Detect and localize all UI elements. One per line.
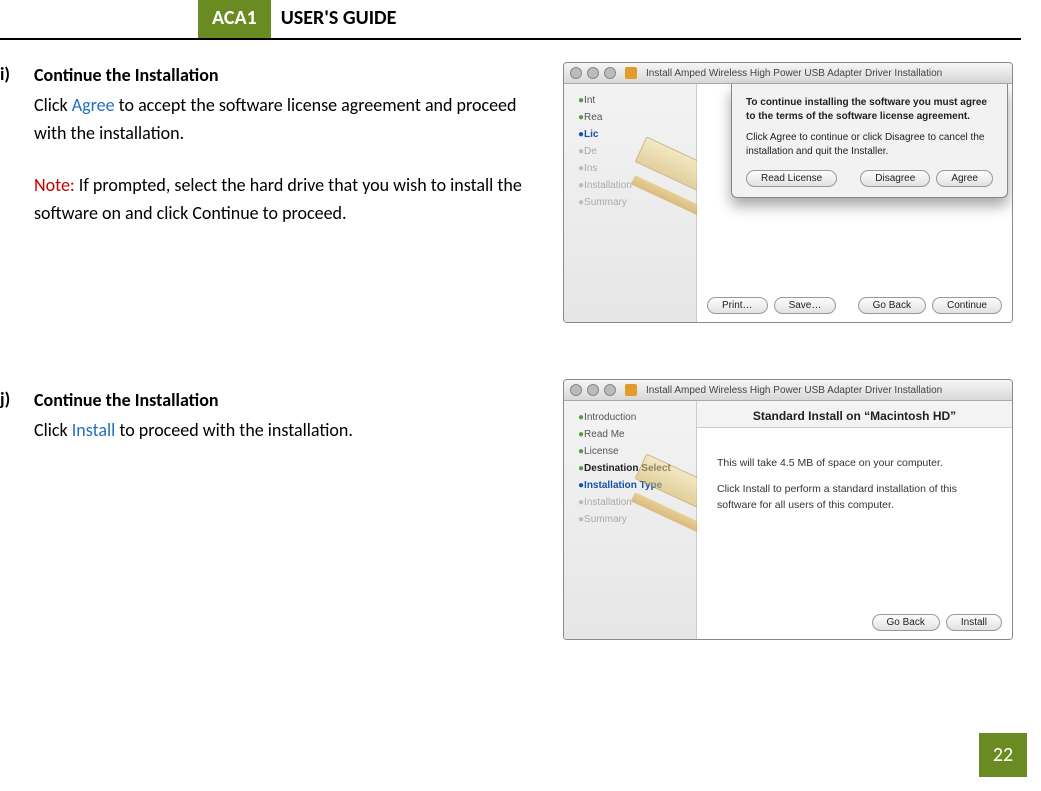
sidebar-item-type: Ins — [564, 160, 696, 177]
close-icon[interactable] — [570, 67, 582, 79]
page-number: 22 — [979, 733, 1027, 777]
titlebar: Install Amped Wireless High Power USB Ad… — [564, 63, 1012, 84]
step-j-text: Click Install to proceed with the instal… — [34, 417, 549, 445]
screenshot-standard-install: Install Amped Wireless High Power USB Ad… — [563, 379, 1013, 640]
window-title: Install Amped Wireless High Power USB Ad… — [646, 385, 942, 396]
installer-icon — [625, 67, 637, 79]
guide-title: USER'S GUIDE — [271, 0, 397, 38]
sheet-text: To continue installing the software you … — [746, 96, 993, 158]
sidebar-item-readme: Rea — [564, 109, 696, 126]
agree-word: Agree — [72, 94, 115, 116]
installer-icon — [625, 384, 637, 396]
text: to proceed with the installation. — [115, 419, 353, 441]
zoom-icon[interactable] — [604, 67, 616, 79]
page-header: ACA1 USER'S GUIDE — [0, 0, 1021, 40]
sidebar-item-dest: De — [564, 143, 696, 160]
step-j-title: Continue the Installation — [34, 387, 549, 415]
license-sheet: To continue installing the software you … — [731, 84, 1008, 198]
zoom-icon[interactable] — [604, 384, 616, 396]
titlebar: Install Amped Wireless High Power USB Ad… — [564, 380, 1012, 401]
product-badge: ACA1 — [198, 0, 271, 38]
sidebar-item-intro: Int — [564, 92, 696, 109]
step-label-j: j) — [0, 387, 34, 445]
step-i-title: Continue the Installation — [34, 62, 549, 90]
sheet-body: Click Agree to continue or click Disagre… — [746, 132, 984, 157]
sidebar-item-intro: Introduction — [564, 409, 696, 426]
text: Click — [34, 94, 72, 116]
minimize-icon[interactable] — [587, 384, 599, 396]
sidebar-item-install: Installation — [564, 177, 696, 194]
step-label-i: i) — [0, 62, 34, 227]
step-i-note: Note: If prompted, select the hard drive… — [34, 172, 549, 228]
go-back-button[interactable]: Go Back — [872, 614, 940, 631]
sidebar-item-license: Lic — [564, 126, 696, 143]
disagree-button[interactable]: Disagree — [860, 170, 930, 187]
installer-sidebar: Introduction Read Me License Destination… — [564, 401, 697, 639]
continue-button[interactable]: Continue — [932, 297, 1002, 314]
go-back-button[interactable]: Go Back — [858, 297, 926, 314]
sidebar-item-license: License — [564, 443, 696, 460]
step-i-text: Click Agree to accept the software licen… — [34, 92, 549, 148]
save-button[interactable]: Save… — [774, 297, 837, 314]
space-line: This will take 4.5 MB of space on your c… — [717, 456, 992, 472]
sheet-bold: To continue installing the software you … — [746, 97, 987, 122]
sidebar-item-summary: Summary — [564, 511, 696, 528]
minimize-icon[interactable] — [587, 67, 599, 79]
print-button[interactable]: Print… — [707, 297, 768, 314]
instruction-line: Click Install to perform a standard inst… — [717, 482, 992, 514]
install-word: Install — [72, 419, 116, 441]
read-license-button[interactable]: Read License — [746, 170, 837, 187]
sidebar-item-readme: Read Me — [564, 426, 696, 443]
pane-body: This will take 4.5 MB of space on your c… — [697, 428, 1012, 541]
sidebar-item-summary: Summary — [564, 194, 696, 211]
agree-button[interactable]: Agree — [936, 170, 993, 187]
pane-heading: Standard Install on “Macintosh HD” — [697, 401, 1012, 428]
sidebar-item-dest: Destination Select — [564, 460, 696, 477]
installer-sidebar: Int Rea Lic De Ins Installation Summary — [564, 84, 697, 322]
install-button[interactable]: Install — [946, 614, 1002, 631]
note-text: If prompted, select the hard drive that … — [34, 174, 522, 224]
window-title: Install Amped Wireless High Power USB Ad… — [646, 68, 942, 79]
step-i: i) Continue the Installation Click Agree… — [0, 62, 549, 227]
text: Click — [34, 419, 72, 441]
step-j: j) Continue the Installation Click Insta… — [0, 387, 549, 445]
note-label: Note: — [34, 174, 75, 196]
screenshot-license-dialog: Install Amped Wireless High Power USB Ad… — [563, 62, 1013, 323]
sidebar-item-install: Installation — [564, 494, 696, 511]
sidebar-item-type: Installation Type — [564, 477, 696, 494]
close-icon[interactable] — [570, 384, 582, 396]
